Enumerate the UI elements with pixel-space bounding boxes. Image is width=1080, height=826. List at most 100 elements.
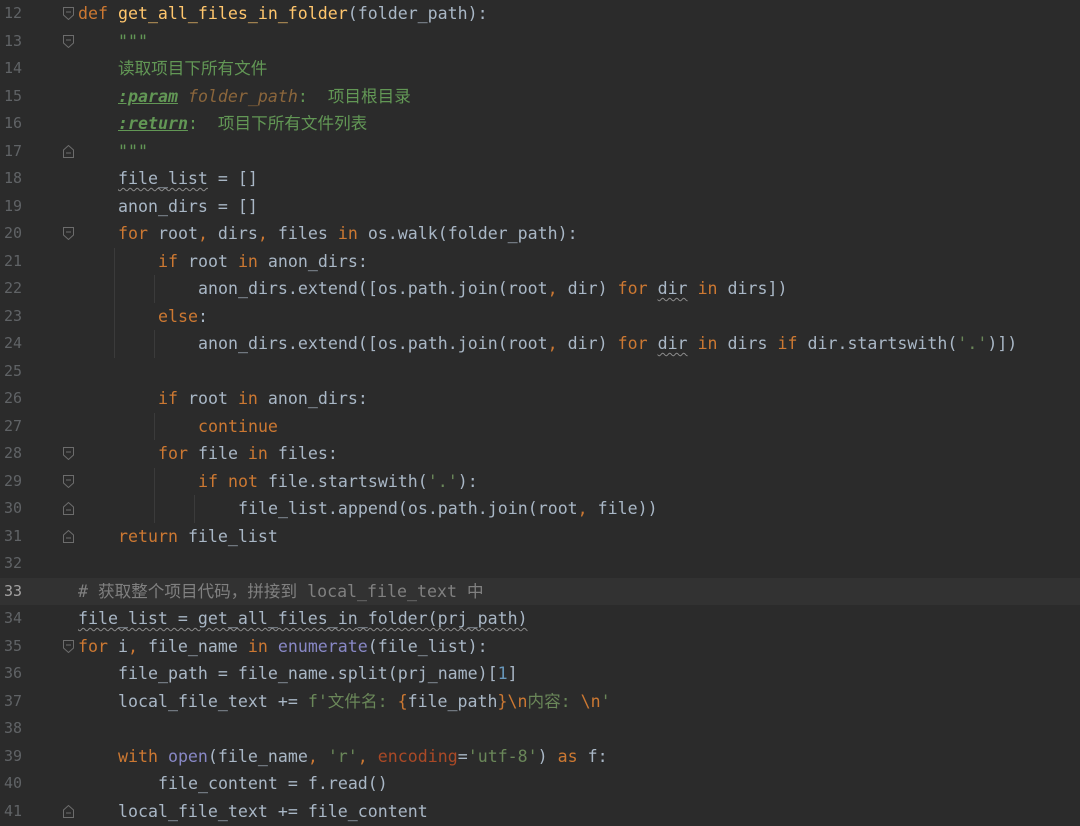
code-token: open bbox=[167, 746, 208, 766]
line-number: 17 bbox=[3, 141, 22, 160]
code-line-13[interactable]: 13 """ bbox=[0, 28, 1080, 56]
line-number: 33 bbox=[3, 581, 22, 600]
code-token: dirs bbox=[727, 334, 778, 353]
code-token: ' bbox=[600, 691, 611, 711]
code-line-26[interactable]: 26 if root in anon_dirs: bbox=[0, 385, 1080, 413]
line-number: 28 bbox=[3, 444, 22, 462]
code-line-39[interactable]: 39 with open(file_name, 'r', encoding='ut… bbox=[0, 743, 1080, 771]
code-text: anon_dirs.extend([os.path.join(root, dir… bbox=[198, 275, 788, 303]
code-line-21[interactable]: 21 if root in anon_dirs: bbox=[0, 248, 1080, 276]
code-token: # 获取整个项目代码，拼接到 local_file_text 中 bbox=[78, 581, 484, 601]
code-token: , bbox=[127, 636, 148, 656]
indent-guide bbox=[114, 247, 115, 358]
code-line-22[interactable]: 22 anon_dirs.extend([os.path.join(root, d… bbox=[0, 275, 1080, 303]
line-number: 41 bbox=[3, 801, 22, 820]
fold-close-icon[interactable] bbox=[63, 804, 74, 818]
code-editor[interactable]: 12 def get_all_files_in_folder(folder_pat… bbox=[0, 0, 1080, 826]
code-token: os.walk(folder_path): bbox=[367, 224, 578, 243]
code-token: in bbox=[247, 444, 278, 463]
fold-close-icon[interactable] bbox=[63, 529, 74, 543]
code-line-30[interactable]: 30 file_list.append(os.path.join(root, fi… bbox=[0, 495, 1080, 523]
code-line-19[interactable]: 19 anon_dirs = [] bbox=[0, 193, 1080, 221]
code-token: = [] bbox=[207, 169, 258, 188]
line-number: 20 bbox=[3, 224, 22, 242]
code-text: file_list = get_all_files_in_folder(prj_… bbox=[78, 605, 528, 633]
code-line-37[interactable]: 37 local_file_text += f'文件名: {file_path}\… bbox=[0, 688, 1080, 716]
code-text: 读取项目下所有文件 bbox=[118, 55, 267, 83]
fold-close-icon[interactable] bbox=[63, 144, 74, 158]
code-line-16[interactable]: 16:return: 项目下所有文件列表 bbox=[0, 110, 1080, 138]
code-line-34[interactable]: 34 file_list = get_all_files_in_folder(pr… bbox=[0, 605, 1080, 633]
code-text: anon_dirs.extend([os.path.join(root, dir… bbox=[198, 330, 1017, 358]
code-token: root bbox=[187, 251, 238, 271]
fold-close-icon[interactable] bbox=[63, 502, 74, 515]
code-text: with open(file_name, 'r', encoding='utf-… bbox=[118, 743, 608, 771]
code-line-12[interactable]: 12 def get_all_files_in_folder(folder_pat… bbox=[0, 0, 1080, 28]
line-number: 31 bbox=[3, 526, 22, 545]
code-token: for bbox=[617, 334, 658, 353]
code-text: continue bbox=[198, 413, 278, 441]
code-line-31[interactable]: 31 return file_list bbox=[0, 523, 1080, 551]
code-line-23[interactable]: 23 else: bbox=[0, 303, 1080, 331]
code-text: anon_dirs = [] bbox=[118, 193, 258, 221]
code-token: (file_name bbox=[207, 746, 308, 766]
code-line-33[interactable]: 33 # 获取整个项目代码，拼接到 local_file_text 中 bbox=[0, 577, 1080, 605]
fold-open-icon[interactable] bbox=[63, 34, 74, 48]
code-token: '.' bbox=[427, 471, 458, 491]
code-line-35[interactable]: 35 for i, file_name in enumerate(file_lis… bbox=[0, 633, 1080, 661]
code-token: i bbox=[117, 636, 128, 656]
line-number: 19 bbox=[3, 196, 22, 215]
code-token: for bbox=[158, 444, 198, 463]
indent-guide bbox=[154, 275, 155, 303]
code-token: file_name bbox=[147, 636, 248, 656]
code-token: dirs]) bbox=[727, 279, 788, 298]
code-line-32[interactable]: 32 bbox=[0, 550, 1080, 578]
code-token: in bbox=[237, 389, 268, 408]
fold-open-icon[interactable] bbox=[63, 227, 74, 240]
line-number: 40 bbox=[3, 774, 22, 792]
code-token: for bbox=[78, 636, 118, 656]
code-line-14[interactable]: 14 读取项目下所有文件 bbox=[0, 55, 1080, 83]
line-number: 37 bbox=[3, 691, 22, 710]
line-number: 35 bbox=[3, 636, 22, 655]
code-line-40[interactable]: 40 file_content = f.read() bbox=[0, 770, 1080, 798]
fold-open-icon[interactable] bbox=[63, 639, 74, 653]
code-token: local_file_text += bbox=[118, 691, 308, 711]
fold-open-icon[interactable] bbox=[63, 7, 74, 20]
indent-guide bbox=[154, 412, 155, 440]
code-token: ) bbox=[537, 746, 558, 766]
code-line-20[interactable]: 20 for root, dirs, files in os.walk(folde… bbox=[0, 220, 1080, 248]
code-text: for file in files: bbox=[158, 440, 338, 468]
line-number: 22 bbox=[3, 279, 22, 297]
code-token: return bbox=[118, 526, 188, 546]
code-token: if bbox=[158, 251, 188, 271]
code-line-36[interactable]: 36 file_path = file_name.split(prj_name)[… bbox=[0, 660, 1080, 688]
code-line-24[interactable]: 24 anon_dirs.extend([os.path.join(root, d… bbox=[0, 330, 1080, 358]
code-token: file_list bbox=[187, 526, 278, 546]
code-line-18[interactable]: 18 file_list = [] bbox=[0, 165, 1080, 193]
code-token: get_all_files_in_folder bbox=[117, 4, 348, 23]
code-line-38[interactable]: 38 bbox=[0, 715, 1080, 743]
code-token: files bbox=[277, 224, 338, 243]
code-text: file_content = f.read() bbox=[158, 770, 388, 798]
code-token: root bbox=[187, 389, 238, 408]
code-line-25[interactable]: 25 bbox=[0, 358, 1080, 386]
code-line-27[interactable]: 27 continue bbox=[0, 413, 1080, 441]
code-line-28[interactable]: 28 for file in files: bbox=[0, 440, 1080, 468]
code-line-29[interactable]: 29 if not file.startswith('.'): bbox=[0, 468, 1080, 496]
code-line-17[interactable]: 17 """ bbox=[0, 138, 1080, 166]
code-token: def bbox=[78, 4, 118, 23]
code-token: dir bbox=[657, 334, 688, 353]
code-text: if not file.startswith('.'): bbox=[198, 468, 478, 496]
fold-open-icon[interactable] bbox=[63, 447, 74, 460]
code-token: 'r' bbox=[327, 746, 358, 766]
code-token: (file_list): bbox=[367, 636, 488, 656]
code-line-15[interactable]: 15:param folder_path: 项目根目录 bbox=[0, 83, 1080, 111]
fold-open-icon[interactable] bbox=[63, 474, 74, 488]
code-token: root bbox=[157, 224, 198, 243]
code-token: in bbox=[697, 279, 728, 298]
code-line-41[interactable]: 41 local_file_text += file_content bbox=[0, 798, 1080, 826]
